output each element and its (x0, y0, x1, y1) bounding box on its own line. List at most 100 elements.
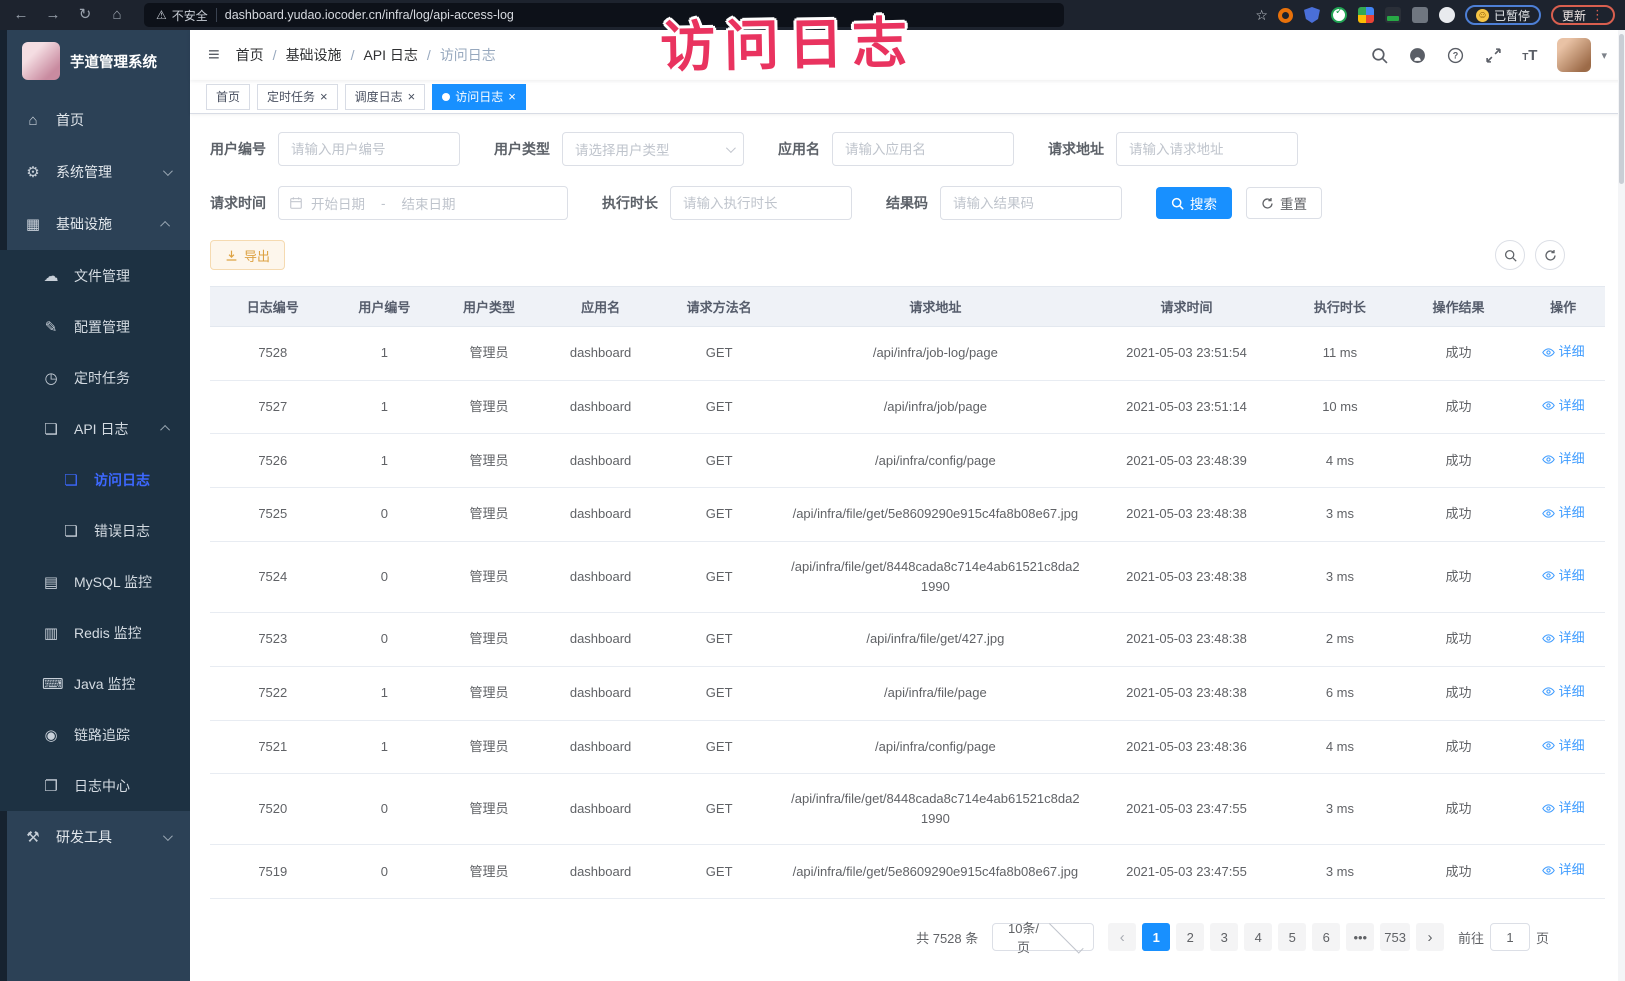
page-button-753[interactable]: 753 (1380, 923, 1410, 951)
page-button-3[interactable]: 3 (1210, 923, 1238, 951)
app-logo[interactable]: 芋道管理系统 (0, 30, 190, 94)
detail-link[interactable]: 详细 (1542, 860, 1585, 880)
prev-page-button[interactable]: ‹ (1108, 923, 1136, 951)
tab-访问日志[interactable]: 访问日志× (432, 84, 526, 110)
extension-icon-2[interactable] (1304, 7, 1320, 23)
sidebar-item-label: 定时任务 (74, 368, 130, 388)
detail-link-label: 详细 (1559, 860, 1585, 880)
help-icon[interactable]: ? (1446, 46, 1464, 64)
logo-image (22, 42, 60, 80)
sidebar-item-logcenter[interactable]: ❐日志中心 (0, 760, 190, 811)
refresh-table-button[interactable] (1535, 240, 1565, 270)
search-icon[interactable] (1370, 46, 1388, 64)
fullscreen-icon[interactable] (1484, 46, 1502, 64)
detail-link[interactable]: 详细 (1542, 736, 1585, 756)
table-cell: dashboard (545, 774, 657, 845)
sidebar-item-home[interactable]: ⌂首页 (0, 94, 190, 146)
extension-icon-6[interactable] (1412, 7, 1428, 23)
reset-button[interactable]: 重置 (1246, 187, 1322, 219)
export-button[interactable]: 导出 (210, 240, 285, 270)
sidebar-item-java[interactable]: ⌨Java 监控 (0, 658, 190, 709)
page-button-2[interactable]: 2 (1176, 923, 1204, 951)
reload-button[interactable]: ↻ (74, 0, 96, 30)
page-button-5[interactable]: 5 (1278, 923, 1306, 951)
toggle-search-button[interactable] (1495, 240, 1525, 270)
user-type-select[interactable]: 请选择用户类型 (562, 132, 744, 166)
page-button-4[interactable]: 4 (1244, 923, 1272, 951)
breadcrumb-item[interactable]: API 日志 (363, 45, 417, 65)
chevron-up-icon (160, 220, 170, 230)
scrollbar-thumb[interactable] (1619, 34, 1624, 184)
back-button[interactable]: ← (10, 0, 32, 30)
extension-icon-1[interactable] (1278, 8, 1293, 23)
close-icon[interactable]: × (320, 90, 328, 103)
detail-link[interactable]: 详细 (1542, 798, 1585, 818)
sidebar-item-trace[interactable]: ◉链路追踪 (0, 709, 190, 760)
sidebar-item-infra[interactable]: ▦基础设施 (0, 198, 190, 250)
sidebar-item-config[interactable]: ✎配置管理 (0, 301, 190, 352)
detail-link[interactable]: 详细 (1542, 503, 1585, 523)
range-separator: - (373, 196, 394, 211)
table-cell: GET (656, 327, 782, 381)
tab-首页[interactable]: 首页 (206, 84, 250, 110)
result-code-label: 结果码 (886, 193, 928, 213)
detail-link[interactable]: 详细 (1542, 682, 1585, 702)
sidebar-item-errorlog[interactable]: ❏错误日志 (0, 505, 190, 556)
extension-icon-4[interactable] (1358, 7, 1374, 23)
forward-button[interactable]: → (42, 0, 64, 30)
goto-page-input[interactable] (1490, 923, 1530, 951)
result-code-input[interactable] (940, 186, 1122, 220)
site-security-warning[interactable]: ⚠ 不安全 (156, 7, 208, 24)
user-id-input[interactable] (278, 132, 460, 166)
address-bar[interactable]: ⚠ 不安全 dashboard.yudao.iocoder.cn/infra/l… (144, 3, 1064, 27)
breadcrumb-item[interactable]: 基础设施 (286, 45, 342, 65)
sidebar-item-accesslog[interactable]: ❏访问日志 (0, 454, 190, 505)
page-button-6[interactable]: 6 (1312, 923, 1340, 951)
github-icon[interactable] (1408, 46, 1426, 64)
browser-menu-icon[interactable]: ⋮ (1591, 7, 1604, 23)
app-name-input[interactable] (832, 132, 1014, 166)
tab-调度日志[interactable]: 调度日志× (345, 84, 426, 110)
close-icon[interactable]: × (508, 90, 516, 103)
extension-icon-3[interactable] (1331, 7, 1347, 23)
tab-定时任务[interactable]: 定时任务× (257, 84, 338, 110)
bookmark-star-icon[interactable]: ☆ (1255, 7, 1268, 24)
font-size-icon[interactable]: TT (1522, 47, 1537, 64)
extensions-puzzle-icon[interactable] (1439, 7, 1455, 23)
sidebar-item-mysql[interactable]: ▤MySQL 监控 (0, 556, 190, 607)
paused-badge[interactable]: ☺ 已暂停 (1465, 5, 1541, 25)
hamburger-icon[interactable]: ≡ (208, 44, 220, 67)
avatar-caret-icon[interactable]: ▾ (1601, 49, 1607, 62)
breadcrumb-item[interactable]: 首页 (236, 45, 264, 65)
detail-link[interactable]: 详细 (1542, 566, 1585, 586)
duration-input[interactable] (670, 186, 852, 220)
update-button[interactable]: 更新 ⋮ (1551, 5, 1615, 25)
search-button[interactable]: 搜索 (1156, 187, 1232, 219)
next-page-button[interactable]: › (1416, 923, 1444, 951)
page-scrollbar[interactable] (1618, 30, 1625, 981)
detail-link-label: 详细 (1559, 798, 1585, 818)
detail-link[interactable]: 详细 (1542, 628, 1585, 648)
column-header: 操作结果 (1396, 287, 1522, 327)
close-icon[interactable]: × (408, 90, 416, 103)
sidebar-item-gear[interactable]: ⚙系统管理 (0, 146, 190, 198)
errorlog-icon: ❏ (62, 522, 80, 540)
detail-link[interactable]: 详细 (1542, 396, 1585, 416)
page-size-select[interactable]: 10条/页 (992, 923, 1094, 951)
request-url-input[interactable] (1116, 132, 1298, 166)
sidebar-item-devtools[interactable]: ⚒研发工具 (0, 811, 190, 863)
detail-link[interactable]: 详细 (1542, 342, 1585, 362)
user-avatar[interactable] (1557, 38, 1591, 72)
table-cell: 7524 (210, 541, 336, 612)
extension-icon-5[interactable] (1385, 7, 1401, 23)
page-button-1[interactable]: 1 (1142, 923, 1170, 951)
sidebar-item-apilog[interactable]: ❏API 日志 (0, 403, 190, 454)
eye-icon (1542, 453, 1555, 466)
sidebar-item-file[interactable]: ☁文件管理 (0, 250, 190, 301)
date-range-picker[interactable]: 开始日期 - 结束日期 (278, 186, 568, 220)
detail-link[interactable]: 详细 (1542, 449, 1585, 469)
detail-link-label: 详细 (1559, 342, 1585, 362)
browser-home-button[interactable]: ⌂ (106, 0, 128, 30)
sidebar-item-job[interactable]: ◷定时任务 (0, 352, 190, 403)
sidebar-item-redis[interactable]: ▥Redis 监控 (0, 607, 190, 658)
